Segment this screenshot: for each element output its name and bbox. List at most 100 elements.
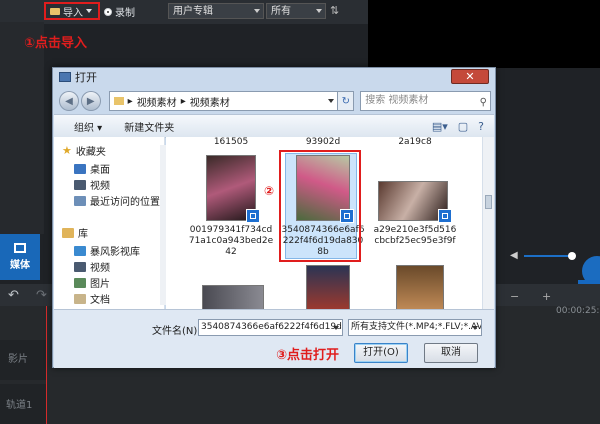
record-icon <box>104 7 112 16</box>
nav-documents-label: 文档 <box>90 295 110 306</box>
zoom-in-icon[interactable]: + <box>542 290 551 303</box>
filetype-value: 所有支持文件(*.MP4;*.FLV;*.AV <box>351 322 482 332</box>
file-name: 161505 <box>213 137 249 147</box>
chevron-down-icon <box>316 9 322 13</box>
scrollbar-thumb[interactable] <box>485 195 492 209</box>
nav-desktop-label: 桌面 <box>90 165 110 176</box>
pictures-icon <box>74 277 86 288</box>
open-button[interactable]: 打开(O) <box>354 343 408 363</box>
nav-lib-videos-label: 视频 <box>90 263 110 274</box>
back-arrow-icon: ◀ <box>65 95 73 107</box>
record-button-label: 录制 <box>115 8 135 19</box>
track-label-video: 影片 <box>0 340 46 380</box>
video-file-icon <box>246 209 260 223</box>
nav-library[interactable]: 库 <box>62 225 88 240</box>
filter-select[interactable]: 所有 <box>266 3 326 19</box>
filename-label: 文件名(N): <box>152 326 201 337</box>
chevron-down-icon[interactable] <box>333 326 339 330</box>
nav-favorites-label: 收藏夹 <box>75 147 106 158</box>
nav-documents[interactable]: 文档 <box>74 291 110 306</box>
zoom-out-icon[interactable]: − <box>510 290 519 303</box>
nav-videos[interactable]: 视频 <box>74 177 110 192</box>
refresh-icon: ↻ <box>341 95 351 107</box>
library-icon <box>62 227 74 238</box>
search-placeholder: 搜索 视频素材 <box>365 95 429 106</box>
dialog-titlebar: 打开 ✕ <box>53 68 495 86</box>
nav-pictures[interactable]: 图片 <box>74 275 110 290</box>
forward-arrow-icon: ▶ <box>86 95 95 107</box>
video-thumbnail[interactable] <box>202 285 264 309</box>
album-select-value: 用户专辑 <box>173 6 213 17</box>
timeline-time: 00:00:25:00 <box>556 306 600 316</box>
import-button[interactable]: 导入 <box>44 2 100 20</box>
nav-library-label: 库 <box>78 229 88 240</box>
file-list: 161505 93902d 2a19c8 001979341f734cd71a1… <box>166 137 482 309</box>
file-scrollbar[interactable] <box>482 137 494 309</box>
media-icon <box>14 243 26 253</box>
nav-storm-library[interactable]: 暴风影视库 <box>74 243 140 258</box>
chevron-down-icon <box>254 9 260 13</box>
file-name: 93902d <box>305 137 341 147</box>
preview-pane-icon[interactable]: ▢ <box>458 120 468 133</box>
breadcrumb-item[interactable]: 视频素材 <box>190 94 230 109</box>
file-item[interactable]: 001979341f734cd71a1c0a943bed2e42 <box>188 153 274 261</box>
folder-icon <box>113 97 124 105</box>
undo-icon[interactable]: ↶ <box>8 288 19 303</box>
refresh-button[interactable]: ↻ <box>338 91 355 111</box>
video-file-icon <box>438 209 452 223</box>
nav-recent[interactable]: 最近访问的位置 <box>74 193 160 208</box>
speaker-icon: ◀ <box>510 250 518 261</box>
step2-highlight-frame <box>279 150 361 262</box>
file-item[interactable]: a29e210e3f5d516cbcbf25ec95e3f9f <box>372 153 458 261</box>
view-options-icon[interactable]: ▤▾ <box>432 120 448 133</box>
desktop-icon <box>74 163 86 174</box>
new-folder-button[interactable]: 新建文件夹 <box>124 119 174 134</box>
preview-window <box>368 0 600 68</box>
video-library-icon <box>74 261 86 272</box>
breadcrumb-item[interactable]: 视频素材 <box>137 94 177 109</box>
filter-select-value: 所有 <box>271 6 291 17</box>
filename-input[interactable]: 3540874366e6af6222f4f6d19d <box>198 319 343 336</box>
nav-favorites[interactable]: ★ 收藏夹 <box>62 143 106 158</box>
media-tab[interactable]: 媒体 <box>0 234 40 280</box>
search-icon: ⚲ <box>479 97 487 108</box>
video-thumbnail[interactable] <box>306 265 350 309</box>
address-bar[interactable]: ▸ 视频素材 ▸ 视频素材 <box>108 91 339 111</box>
video-thumbnail[interactable] <box>396 265 444 309</box>
folder-icon <box>50 7 60 15</box>
redo-icon[interactable]: ↷ <box>36 288 47 303</box>
chevron-down-icon[interactable] <box>328 99 335 103</box>
dialog-title: 打开 <box>75 71 97 84</box>
file-name: 2a19c8 <box>398 137 432 147</box>
open-file-dialog: 打开 ✕ ◀ ▶ ▸ 视频素材 ▸ 视频素材 ↻ 搜索 视频素材 ⚲ 组织 ▾ … <box>52 67 496 368</box>
back-button[interactable]: ◀ <box>59 91 79 111</box>
organize-button[interactable]: 组织 ▾ <box>74 119 102 134</box>
filetype-select[interactable]: 所有支持文件(*.MP4;*.FLV;*.AV <box>348 319 482 336</box>
cancel-button[interactable]: 取消 <box>424 343 478 363</box>
import-button-label: 导入 <box>63 7 83 19</box>
file-name: a29e210e3f5d516cbcbf25ec95e3f9f <box>373 225 457 246</box>
file-name: 001979341f734cd71a1c0a943bed2e42 <box>188 225 274 257</box>
dialog-footer: 文件名(N): 3540874366e6af6222f4f6d19d 所有支持文… <box>54 309 494 368</box>
nav-pictures-label: 图片 <box>90 279 110 290</box>
nav-lib-videos[interactable]: 视频 <box>74 259 110 274</box>
forward-button[interactable]: ▶ <box>80 91 101 111</box>
search-input[interactable]: 搜索 视频素材 ⚲ <box>360 91 491 111</box>
nav-desktop[interactable]: 桌面 <box>74 161 110 176</box>
album-select[interactable]: 用户专辑 <box>168 3 264 19</box>
star-icon: ★ <box>62 144 72 157</box>
breadcrumb-separator: ▸ <box>180 95 186 107</box>
record-button[interactable]: 录制 <box>104 4 135 19</box>
sort-icon[interactable]: ⇅ <box>330 4 339 17</box>
playhead[interactable] <box>46 306 47 424</box>
documents-icon <box>74 293 86 304</box>
close-button[interactable]: ✕ <box>451 69 489 84</box>
dialog-toolbar: 组织 ▾ 新建文件夹 ▤▾ ▢ ? <box>54 114 494 138</box>
nav-storm-library-label: 暴风影视库 <box>90 247 140 258</box>
step2-annotation: ② <box>264 184 275 198</box>
help-icon[interactable]: ? <box>478 120 484 133</box>
track-label-1: 轨道1 <box>0 384 46 424</box>
nav-recent-label: 最近访问的位置 <box>90 197 160 208</box>
step3-annotation: ③点击打开 <box>276 348 340 363</box>
chevron-down-icon[interactable] <box>472 326 478 330</box>
